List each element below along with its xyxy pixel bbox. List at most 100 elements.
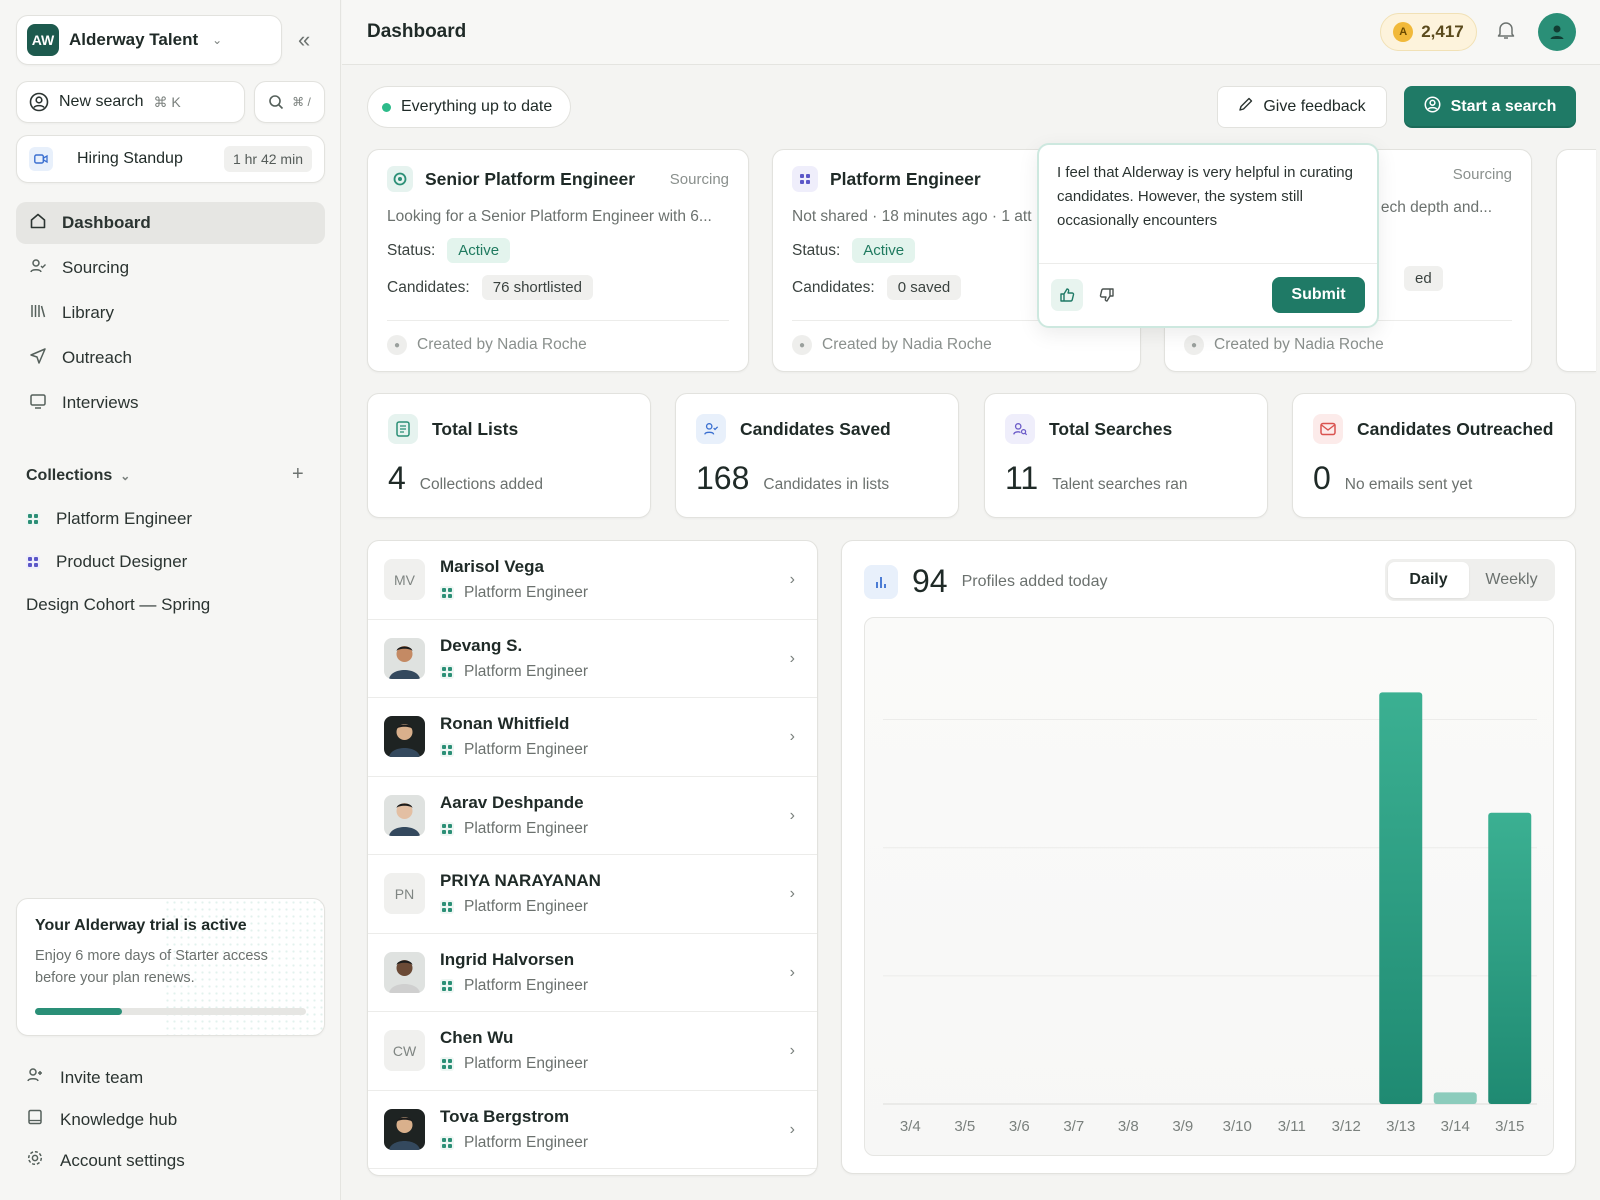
thumbs-down-icon[interactable] (1091, 279, 1123, 311)
candidate-row[interactable]: Devang S. Platform Engineer › (368, 620, 817, 698)
status-label: Status: (792, 241, 841, 259)
book-icon (26, 1108, 44, 1131)
search-card-partial[interactable] (1556, 149, 1596, 372)
meeting-card[interactable]: Hiring Standup 1 hr 42 min (16, 135, 325, 183)
stat-card-total-searches: Total Searches 11 Talent searches ran (984, 393, 1268, 518)
bell-icon[interactable] (1497, 20, 1515, 46)
stat-subtitle: Collections added (419, 476, 544, 493)
stat-title: Candidates Saved (740, 418, 891, 439)
meeting-time: 1 hr 42 min (223, 146, 312, 172)
candidate-role: Platform Engineer (464, 584, 589, 602)
candidate-avatar (384, 951, 425, 993)
feedback-popup: I feel that Alderway is very helpful in … (1037, 143, 1379, 328)
chart-bar-3-15[interactable] (1488, 812, 1532, 1104)
nav-label: Dashboard (62, 213, 151, 232)
quick-search-button[interactable]: ⌘ / (254, 81, 325, 123)
feedback-text[interactable]: I feel that Alderway is very helpful in … (1039, 145, 1377, 263)
creator-avatar: ● (792, 335, 812, 355)
nav-interviews[interactable]: Interviews (16, 382, 325, 424)
collection-label: Platform Engineer (56, 509, 193, 528)
workspace-name: Alderway Talent (69, 30, 199, 49)
x-tick-label: 3/5 (954, 1118, 975, 1135)
user-circle-icon (29, 92, 49, 112)
candidates-label: Candidates: (387, 278, 470, 296)
give-feedback-label: Give feedback (1263, 98, 1366, 115)
send-icon (28, 347, 48, 370)
new-search-button[interactable]: New search ⌘ K (16, 81, 245, 123)
trial-card: Your Alderway trial is active Enjoy 6 mo… (16, 898, 325, 1036)
grid-icon (440, 743, 454, 758)
toggle-daily[interactable]: Daily (1388, 562, 1469, 598)
collection-item-platform-engineer[interactable]: Platform Engineer (26, 509, 192, 529)
toggle-weekly[interactable]: Weekly (1471, 562, 1552, 598)
footer-label: Knowledge hub (60, 1109, 178, 1129)
candidates-badge: 76 shortlisted (481, 275, 593, 300)
sourcing-icon (387, 166, 413, 192)
add-collection-icon[interactable]: + (292, 463, 304, 486)
collection-item-design-cohort[interactable]: Design Cohort — Spring (26, 595, 210, 615)
grid-icon (440, 900, 454, 915)
quick-search-shortcut: ⌘ / (292, 95, 311, 109)
x-tick-label: 3/11 (1278, 1118, 1306, 1135)
nav-label: Interviews (62, 393, 139, 412)
grid-icon (440, 664, 454, 679)
candidate-row[interactable]: MV Marisol Vega Platform Engineer › (368, 541, 817, 620)
collapse-sidebar-icon[interactable]: « (298, 28, 310, 52)
give-feedback-button[interactable]: Give feedback (1217, 86, 1387, 128)
nav-library[interactable]: Library (16, 292, 325, 334)
profiles-added-label: Profiles added today (961, 572, 1108, 590)
created-by: Created by Nadia Roche (1214, 336, 1384, 353)
workspace-logo: AW (27, 24, 59, 56)
collections-header[interactable]: Collections ⌄ (26, 467, 130, 485)
grid-icon (440, 1135, 454, 1150)
thumbs-up-icon[interactable] (1051, 279, 1083, 311)
candidate-avatar (384, 1108, 425, 1150)
stat-subtitle: Candidates in lists (763, 476, 890, 493)
candidate-row[interactable]: CW Chen Wu Platform Engineer › (368, 1012, 817, 1091)
chart-bar-3-13[interactable] (1379, 692, 1423, 1104)
candidate-role: Platform Engineer (464, 1055, 589, 1073)
nav-dashboard[interactable]: Dashboard (16, 202, 325, 244)
x-tick-label: 3/4 (900, 1118, 921, 1135)
candidate-row[interactable]: Ronan Whitfield Platform Engineer › (368, 698, 817, 777)
chevron-right-icon: › (789, 728, 795, 745)
candidate-avatar: CW (384, 1030, 425, 1072)
mail-icon (1313, 414, 1343, 444)
nav-outreach[interactable]: Outreach (16, 337, 325, 379)
stat-card-total-lists: Total Lists 4 Collections added (367, 393, 651, 518)
grid-icon (440, 821, 454, 836)
candidate-row[interactable]: Tova Bergstrom Platform Engineer › (368, 1091, 817, 1169)
list-icon (388, 414, 418, 444)
collection-item-product-designer[interactable]: Product Designer (26, 552, 187, 572)
meeting-title: Hiring Standup (77, 150, 183, 167)
candidate-role: Platform Engineer (464, 1133, 589, 1151)
candidate-name: Ronan Whitfield (440, 714, 570, 734)
home-icon (28, 212, 48, 235)
workspace-switcher[interactable]: AW Alderway Talent ⌄ (16, 15, 282, 65)
sync-status: Everything up to date (367, 86, 572, 128)
profiles-added-value: 94 (912, 563, 948, 599)
collection-label: Design Cohort — Spring (26, 595, 211, 614)
credits-badge[interactable]: A 2,417 (1380, 13, 1477, 51)
grid-icon (440, 1057, 454, 1072)
account-settings-link[interactable]: Account settings (26, 1149, 185, 1172)
candidate-row[interactable]: Aarav Deshpande Platform Engineer › (368, 777, 817, 855)
search-people-icon (1005, 414, 1035, 444)
submit-button[interactable]: Submit (1272, 277, 1365, 313)
candidate-row[interactable]: PN PRIYA NARAYANAN Platform Engineer › (368, 855, 817, 934)
chart-bar-3-14[interactable] (1433, 1092, 1477, 1104)
nav-sourcing[interactable]: Sourcing (16, 247, 325, 289)
stat-title: Total Lists (432, 418, 519, 439)
candidate-row[interactable]: Ingrid Halvorsen Platform Engineer › (368, 934, 817, 1012)
invite-team-link[interactable]: Invite team (26, 1066, 143, 1089)
x-tick-label: 3/13 (1386, 1118, 1415, 1135)
search-card[interactable]: Senior Platform Engineer Sourcing Lookin… (367, 149, 749, 372)
knowledge-hub-link[interactable]: Knowledge hub (26, 1108, 177, 1131)
search-stage: Sourcing (669, 170, 729, 188)
candidates-badge: ed (1404, 266, 1443, 291)
chevron-right-icon: › (789, 571, 795, 588)
start-search-button[interactable]: Start a search (1404, 86, 1576, 128)
user-avatar[interactable] (1538, 13, 1576, 51)
collections-label: Collections (26, 467, 113, 484)
x-tick-label: 3/12 (1332, 1118, 1361, 1135)
